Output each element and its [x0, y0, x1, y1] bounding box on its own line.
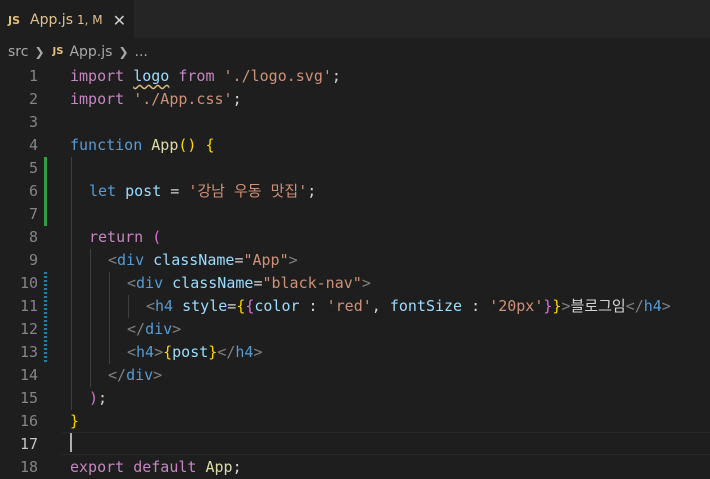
tab-status: 1, M	[76, 13, 103, 27]
breadcrumb-more[interactable]: ...	[135, 44, 148, 60]
code-line[interactable]: </div>	[0, 364, 710, 387]
code-line[interactable]: return (	[0, 226, 710, 249]
breadcrumb-file[interactable]: App.js	[69, 44, 112, 60]
code-line[interactable]: <h4 style={{color : 'red', fontSize : '2…	[0, 295, 710, 318]
line-number: 7	[28, 205, 38, 223]
tab-bar: JS App.js 1, M ✕	[0, 0, 710, 39]
line-number-active: 17	[19, 435, 38, 453]
warning-squiggle[interactable]: logo	[133, 67, 169, 85]
code-line[interactable]: );	[0, 387, 710, 410]
code-line[interactable]: let post = '강남 우동 맛집';	[0, 180, 710, 203]
tab-title: App.js	[30, 12, 73, 28]
code-line[interactable]: function App() {	[0, 134, 710, 157]
code-line[interactable]: import logo from './logo.svg';	[0, 65, 710, 88]
code-line[interactable]: <div className="black-nav">	[0, 272, 710, 295]
breadcrumb: src ❯ JS App.js ❯ ...	[0, 38, 710, 65]
code-line[interactable]: }	[0, 410, 710, 433]
chevron-right-icon: ❯	[34, 44, 45, 59]
line-number: 3	[28, 113, 38, 131]
chevron-right-icon: ❯	[118, 44, 129, 59]
close-icon[interactable]: ✕	[113, 11, 126, 30]
code-line[interactable]: import './App.css';	[0, 88, 710, 111]
javascript-file-icon: JS	[52, 46, 64, 57]
code-editor[interactable]: 1 2 3 4 5 6 7 8 9 10 11 12 13 14 15 16 1…	[0, 65, 710, 479]
breadcrumb-folder[interactable]: src	[8, 44, 28, 60]
code-line[interactable]: <h4>{post}</h4>	[0, 341, 710, 364]
code-line[interactable]: <div className="App">	[0, 249, 710, 272]
code-line[interactable]: </div>	[0, 318, 710, 341]
tab-app-js[interactable]: JS App.js 1, M ✕	[0, 0, 134, 39]
code-line[interactable]: export default App;	[0, 456, 710, 479]
line-number: 5	[28, 159, 38, 177]
javascript-file-icon: JS	[8, 13, 21, 27]
